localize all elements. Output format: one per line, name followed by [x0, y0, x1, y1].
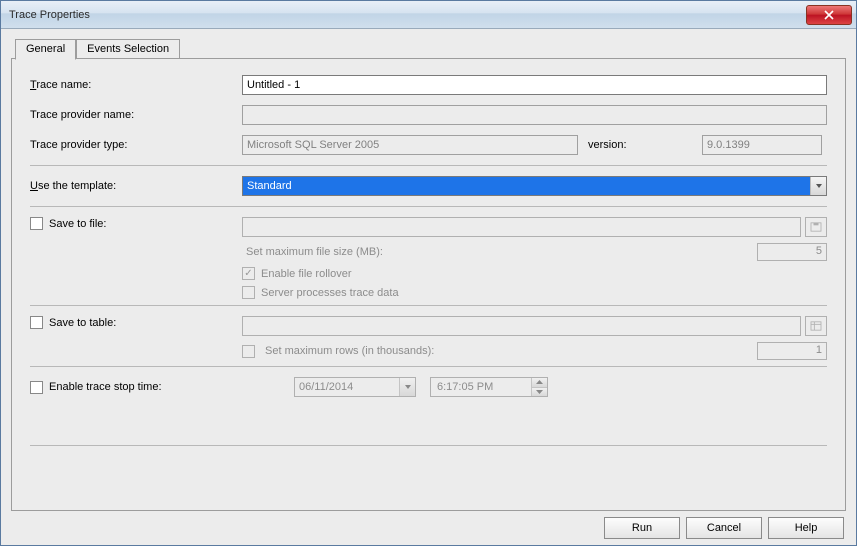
help-button[interactable]: Help	[768, 517, 844, 539]
stop-time-row: Enable trace stop time: 06/11/2014 6:17:…	[30, 377, 827, 397]
browse-table-button	[805, 316, 827, 336]
provider-name-row: Trace provider name:	[30, 105, 827, 125]
max-file-size-label: Set maximum file size (MB):	[242, 246, 757, 258]
save-to-file-label: Save to file:	[49, 218, 106, 230]
stop-date-value: 06/11/2014	[295, 378, 399, 396]
tab-events-selection[interactable]: Events Selection	[76, 39, 180, 59]
stop-time-value: 6:17:05 PM	[431, 378, 531, 396]
max-rows-checkbox	[242, 345, 255, 358]
trace-name-input[interactable]	[242, 75, 827, 95]
window-title: Trace Properties	[1, 9, 90, 21]
save-to-file-checkbox[interactable]	[30, 217, 43, 230]
titlebar: Trace Properties	[1, 1, 856, 29]
save-to-file-row: Save to file:	[30, 217, 827, 237]
template-select[interactable]: Standard	[242, 176, 827, 196]
trace-name-row: Trace name:	[30, 75, 827, 95]
max-file-size-value: 5	[757, 243, 827, 261]
stop-time-picker: 6:17:05 PM	[430, 377, 548, 397]
browse-file-button	[805, 217, 827, 237]
stop-date-picker: 06/11/2014	[294, 377, 416, 397]
divider-3	[30, 305, 827, 306]
max-rows-value: 1	[757, 342, 827, 360]
server-processes-row: Server processes trace data	[30, 286, 827, 299]
provider-name-value	[242, 105, 827, 125]
provider-name-label: Trace provider name:	[30, 109, 242, 121]
time-spinner	[531, 378, 547, 396]
provider-type-label: Trace provider type:	[30, 139, 242, 151]
chevron-down-icon	[399, 378, 415, 396]
tab-general[interactable]: General	[15, 39, 76, 60]
divider-5	[30, 445, 827, 446]
divider-2	[30, 206, 827, 207]
save-to-table-label: Save to table:	[49, 317, 116, 329]
template-row: Use the template: Standard	[30, 176, 827, 196]
spin-down-icon	[532, 388, 547, 397]
save-to-table-row: Save to table:	[30, 316, 827, 336]
provider-type-value: Microsoft SQL Server 2005	[242, 135, 578, 155]
file-rollover-label: Enable file rollover	[261, 268, 352, 280]
stop-time-checkbox[interactable]	[30, 381, 43, 394]
save-to-file-path	[242, 217, 801, 237]
button-bar: Run Cancel Help	[11, 511, 846, 539]
save-to-table-checkbox[interactable]	[30, 316, 43, 329]
file-rollover-row: ✓ Enable file rollover	[30, 267, 827, 280]
chevron-down-icon	[810, 177, 826, 195]
save-to-table-path	[242, 316, 801, 336]
close-button[interactable]	[806, 5, 852, 25]
save-icon	[810, 222, 822, 232]
server-processes-checkbox	[242, 286, 255, 299]
template-label: Use the template:	[30, 180, 242, 192]
close-icon	[824, 10, 834, 20]
template-selected-value: Standard	[243, 177, 810, 195]
max-file-size-row: Set maximum file size (MB): 5	[30, 243, 827, 261]
divider-4	[30, 366, 827, 367]
table-icon	[810, 321, 822, 331]
max-rows-row: Set maximum rows (in thousands): 1	[30, 342, 827, 360]
cancel-button[interactable]: Cancel	[686, 517, 762, 539]
version-value: 9.0.1399	[702, 135, 822, 155]
file-rollover-checkbox: ✓	[242, 267, 255, 280]
version-label: version:	[584, 138, 702, 152]
spin-up-icon	[532, 378, 547, 388]
trace-properties-window: Trace Properties General Events Selectio…	[0, 0, 857, 546]
general-panel: Trace name: Trace provider name: Trace p…	[11, 58, 846, 511]
divider-1	[30, 165, 827, 166]
client-area: General Events Selection Trace name: Tra…	[1, 29, 856, 545]
provider-type-row: Trace provider type: Microsoft SQL Serve…	[30, 135, 827, 155]
trace-name-label: Trace name:	[30, 79, 242, 91]
max-rows-label: Set maximum rows (in thousands):	[261, 345, 751, 357]
server-processes-label: Server processes trace data	[261, 287, 399, 299]
tab-strip: General Events Selection	[15, 37, 846, 59]
stop-time-label: Enable trace stop time:	[49, 381, 162, 393]
run-button[interactable]: Run	[604, 517, 680, 539]
